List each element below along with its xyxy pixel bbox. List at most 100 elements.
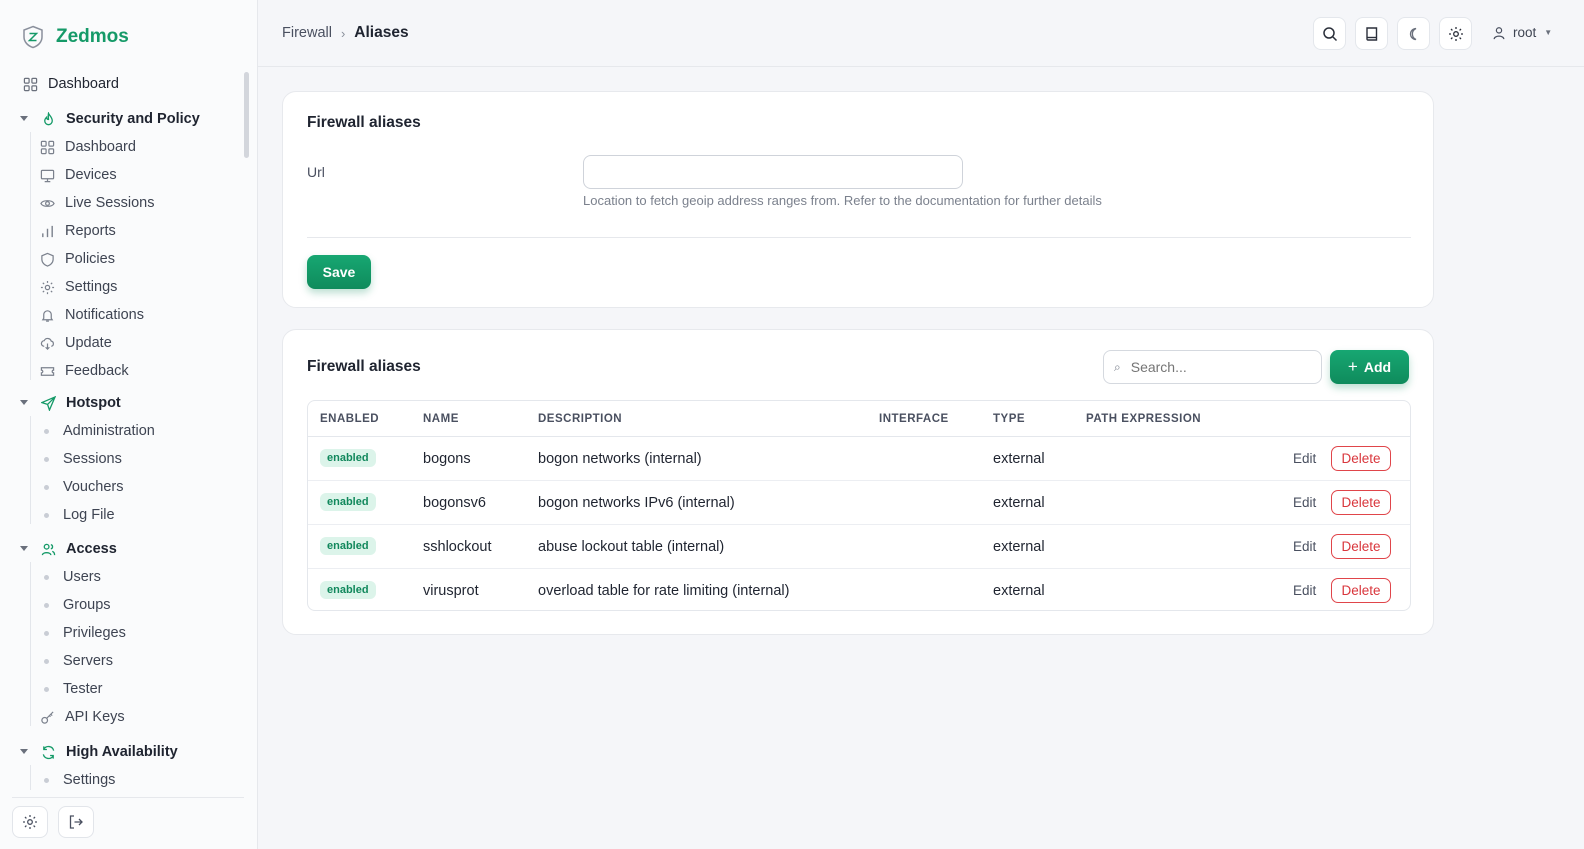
- table-row: enabled virusprot overload table for rat…: [308, 569, 1410, 610]
- sidebar-item-update[interactable]: Update: [39, 331, 112, 355]
- user-menu[interactable]: root ▼: [1492, 25, 1552, 40]
- edit-button[interactable]: Edit: [1293, 495, 1316, 510]
- logout-icon: [69, 815, 83, 829]
- sidebar-item-reports[interactable]: Reports: [39, 219, 116, 243]
- alias-form-card: Firewall aliases Url Location to fetch g…: [282, 91, 1434, 308]
- sidebar-item-feedback[interactable]: Feedback: [39, 359, 129, 383]
- sidebar-item-servers[interactable]: Servers: [39, 649, 113, 673]
- status-badge: enabled: [320, 449, 376, 467]
- gear-icon: [39, 279, 55, 295]
- sidebar-item-dashboard-sub[interactable]: Dashboard: [39, 135, 136, 159]
- sidebar-group-label: High Availability: [66, 744, 178, 760]
- sidebar-item-settings[interactable]: Settings: [39, 275, 117, 299]
- settings-button[interactable]: [12, 806, 48, 838]
- sidebar-item-label: Reports: [65, 223, 116, 239]
- delete-button[interactable]: Delete: [1331, 490, 1391, 515]
- sidebar-item-label: Notifications: [65, 307, 144, 323]
- bullet: [44, 686, 49, 692]
- edit-button[interactable]: Edit: [1293, 451, 1316, 466]
- sidebar: Zedmos Dashboard Security and Policy Das…: [0, 0, 258, 849]
- column-header-interface[interactable]: INTERFACE: [879, 413, 949, 425]
- sidebar-item-label: Sessions: [63, 451, 122, 467]
- column-header-description[interactable]: DESCRIPTION: [538, 413, 622, 425]
- username: root: [1513, 25, 1537, 40]
- theme-toggle-button[interactable]: [1397, 17, 1430, 50]
- sidebar-item-users[interactable]: Users: [39, 565, 101, 589]
- docs-button[interactable]: [1355, 17, 1388, 50]
- sidebar-item-dashboard[interactable]: Dashboard: [22, 72, 119, 96]
- table-row: enabled bogonsv6 bogon networks IPv6 (in…: [308, 481, 1410, 525]
- column-header-type[interactable]: TYPE: [993, 413, 1025, 425]
- status-badge: enabled: [320, 581, 376, 599]
- sidebar-item-devices[interactable]: Devices: [39, 163, 117, 187]
- sidebar-item-tester[interactable]: Tester: [39, 677, 103, 701]
- tree-line: [30, 562, 31, 726]
- edit-button[interactable]: Edit: [1293, 539, 1316, 554]
- settings-button[interactable]: [1439, 17, 1472, 50]
- add-button[interactable]: + Add: [1330, 350, 1409, 384]
- column-header-name[interactable]: NAME: [423, 413, 459, 425]
- sidebar-item-policies[interactable]: Policies: [39, 247, 115, 271]
- chevron-down-icon: [18, 546, 30, 552]
- sidebar-item-label: Log File: [63, 507, 115, 523]
- brand[interactable]: Zedmos: [22, 24, 129, 50]
- logout-button[interactable]: [58, 806, 94, 838]
- search-icon: ⌕: [1114, 359, 1121, 374]
- alias-name: bogons: [423, 451, 471, 467]
- user-icon: [1493, 26, 1505, 39]
- breadcrumb-parent[interactable]: Firewall: [282, 25, 332, 41]
- moon-icon: [1409, 27, 1416, 40]
- alias-name: bogonsv6: [423, 495, 486, 511]
- delete-button[interactable]: Delete: [1331, 578, 1391, 603]
- bullet: [44, 428, 49, 434]
- sidebar-group-high-availability[interactable]: High Availability: [18, 740, 178, 764]
- sidebar-group-hotspot[interactable]: Hotspot: [18, 391, 121, 415]
- alias-type: external: [993, 539, 1045, 555]
- edit-button[interactable]: Edit: [1293, 583, 1316, 598]
- chevron-down-icon: [18, 400, 30, 406]
- gear-icon: [23, 815, 37, 829]
- sidebar-item-label: Vouchers: [63, 479, 124, 495]
- alias-name: virusprot: [423, 583, 479, 599]
- url-input[interactable]: [583, 155, 963, 189]
- table-header: ENABLED NAME DESCRIPTION INTERFACE TYPE …: [308, 401, 1410, 437]
- sidebar-item-label: Privileges: [63, 625, 126, 641]
- sidebar-item-log-file[interactable]: Log File: [39, 503, 115, 527]
- logo-icon: [23, 25, 43, 49]
- delete-button[interactable]: Delete: [1331, 446, 1391, 471]
- sidebar-item-label: Update: [65, 335, 112, 351]
- sidebar-item-notifications[interactable]: Notifications: [39, 303, 144, 327]
- search-input[interactable]: [1130, 359, 1301, 375]
- bullet: [44, 602, 49, 608]
- sidebar-group-security-and-policy[interactable]: Security and Policy: [18, 107, 200, 131]
- save-button[interactable]: Save: [307, 255, 371, 289]
- search-field[interactable]: ⌕: [1103, 350, 1322, 384]
- card-title: Firewall aliases: [307, 114, 421, 131]
- sidebar-scrollbar[interactable]: [244, 72, 249, 158]
- sidebar-item-live-sessions[interactable]: Live Sessions: [39, 191, 154, 215]
- sidebar-item-label: Feedback: [65, 363, 129, 379]
- column-header-path-expression[interactable]: PATH EXPRESSION: [1086, 413, 1201, 425]
- bullet: [44, 484, 49, 490]
- sidebar-item-groups[interactable]: Groups: [39, 593, 111, 617]
- column-header-enabled[interactable]: ENABLED: [320, 413, 379, 425]
- eye-icon: [39, 195, 55, 211]
- sidebar-item-vouchers[interactable]: Vouchers: [39, 475, 123, 499]
- alias-description: overload table for rate limiting (intern…: [538, 583, 790, 599]
- aliases-table: ENABLED NAME DESCRIPTION INTERFACE TYPE …: [307, 400, 1411, 611]
- tree-line: [30, 132, 31, 380]
- sidebar-item-ha-settings[interactable]: Settings: [39, 768, 115, 790]
- sidebar-group-access[interactable]: Access: [18, 537, 117, 561]
- table-row: enabled sshlockout abuse lockout table (…: [308, 525, 1410, 569]
- breadcrumb: Firewall › Aliases: [282, 24, 409, 42]
- sidebar-item-privileges[interactable]: Privileges: [39, 621, 126, 645]
- bell-icon: [39, 307, 55, 323]
- chevron-down-icon: [18, 749, 30, 755]
- sidebar-item-administration[interactable]: Administration: [39, 419, 155, 443]
- sidebar-item-api-keys[interactable]: API Keys: [39, 705, 125, 729]
- sidebar-item-sessions[interactable]: Sessions: [39, 447, 122, 471]
- delete-button[interactable]: Delete: [1331, 534, 1391, 559]
- monitor-icon: [39, 167, 55, 183]
- sidebar-item-label: Dashboard: [65, 139, 136, 155]
- search-button[interactable]: [1313, 17, 1346, 50]
